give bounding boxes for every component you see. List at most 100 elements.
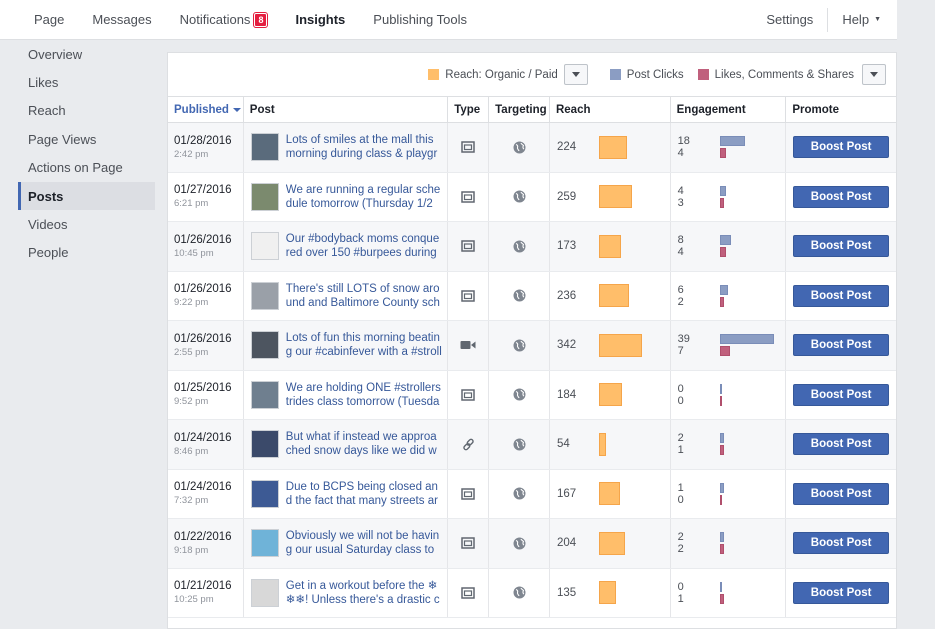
boost-post-button[interactable]: Boost Post bbox=[793, 136, 890, 159]
post-thumbnail[interactable] bbox=[250, 281, 279, 310]
sidebar-item-actions-on-page[interactable]: Actions on Page bbox=[18, 154, 155, 182]
post-thumbnail[interactable] bbox=[250, 331, 279, 360]
tab-settings[interactable]: Settings bbox=[752, 0, 827, 40]
post-date: 01/27/2016 bbox=[174, 184, 232, 197]
post-time: 2:55 pm bbox=[174, 346, 209, 358]
boost-post-button[interactable]: Boost Post bbox=[793, 482, 890, 505]
post-clicks-value: 2 bbox=[677, 531, 684, 544]
likes-bar bbox=[719, 593, 724, 604]
table-row: 01/26/2016 2:55 pm Lots of fun this mornin… bbox=[168, 321, 896, 371]
column-published-label: Published bbox=[174, 103, 229, 116]
likes-bar bbox=[719, 544, 724, 555]
post-thumbnail[interactable] bbox=[250, 380, 279, 409]
globe-icon bbox=[513, 586, 526, 599]
post-link[interactable]: Get in a workout before the ❄❄❄! Unless … bbox=[286, 579, 442, 607]
type-cell bbox=[448, 469, 490, 518]
help-label: Help bbox=[842, 12, 870, 27]
engagement-values: 00 bbox=[678, 383, 720, 407]
targeting-cell bbox=[489, 172, 550, 221]
tab-page[interactable]: Page bbox=[0, 0, 78, 40]
engagement-cell: 01 bbox=[671, 568, 787, 617]
post-link[interactable]: There's still LOTS of snow around and Ba… bbox=[286, 282, 442, 310]
column-published[interactable]: Published bbox=[168, 97, 244, 122]
post-thumbnail[interactable] bbox=[250, 182, 279, 211]
status-icon bbox=[461, 537, 475, 549]
post-clicks-value: 6 bbox=[677, 283, 684, 296]
post-link[interactable]: Obviously we will not be having our usua… bbox=[286, 529, 442, 557]
sidebar-item-label: Actions on Page bbox=[28, 160, 123, 176]
sidebar-item-videos[interactable]: Videos bbox=[18, 210, 155, 238]
post-link[interactable]: Lots of fun this morning beating our #ca… bbox=[286, 331, 442, 359]
table-row: 01/26/2016 10:45 pm Our #bodyback moms con… bbox=[168, 222, 896, 272]
post-thumbnail[interactable] bbox=[250, 578, 279, 607]
boost-post-button[interactable]: Boost Post bbox=[793, 235, 890, 258]
targeting-cell bbox=[489, 222, 550, 271]
promote-cell: Boost Post bbox=[786, 222, 896, 271]
post-clicks-value: 18 bbox=[677, 135, 690, 148]
reach-value: 259 bbox=[556, 190, 577, 203]
column-targeting-label: Targeting bbox=[495, 103, 547, 116]
tab-help[interactable]: Help ▼ bbox=[828, 0, 897, 40]
post-cell: Our #bodyback moms conquered over 150 #b… bbox=[244, 222, 449, 271]
post-cell: There's still LOTS of snow around and Ba… bbox=[244, 271, 449, 320]
post-link[interactable]: We are holding ONE #strollerstrides clas… bbox=[286, 381, 442, 409]
reach-bar bbox=[598, 581, 616, 605]
column-type-label: Type bbox=[454, 103, 481, 116]
globe-icon bbox=[513, 339, 526, 352]
post-thumbnail[interactable] bbox=[250, 232, 279, 261]
post-clicks-value: 4 bbox=[677, 184, 684, 197]
boost-post-button[interactable]: Boost Post bbox=[793, 433, 890, 456]
boost-post-button[interactable]: Boost Post bbox=[793, 185, 890, 208]
sidebar-item-people[interactable]: People bbox=[18, 239, 155, 267]
post-link[interactable]: Lots of smiles at the mall this morning … bbox=[286, 133, 442, 161]
engagement-cell: 22 bbox=[671, 519, 787, 568]
post-link[interactable]: But what if instead we approached snow d… bbox=[286, 430, 442, 458]
post-date: 01/24/2016 bbox=[174, 481, 232, 494]
post-link[interactable]: Our #bodyback moms conquered over 150 #b… bbox=[286, 232, 442, 260]
reach-bar bbox=[598, 531, 625, 555]
insights-sidebar: Overview Likes Reach Page Views Actions on P… bbox=[18, 40, 155, 267]
sidebar-item-label: People bbox=[28, 245, 69, 261]
engagement-metric-dropdown[interactable] bbox=[862, 64, 886, 85]
table-row: 01/21/2016 10:25 pm Get in a workout befor… bbox=[168, 568, 896, 618]
reach-bar bbox=[598, 284, 629, 308]
type-cell bbox=[448, 222, 490, 271]
likes-value: 4 bbox=[677, 246, 684, 259]
post-date: 01/24/2016 bbox=[174, 431, 232, 444]
sidebar-item-overview[interactable]: Overview bbox=[18, 40, 155, 68]
post-thumbnail[interactable] bbox=[250, 479, 279, 508]
engagement-cell: 10 bbox=[671, 469, 787, 518]
reach-value: 54 bbox=[556, 438, 570, 451]
tab-insights[interactable]: Insights bbox=[281, 0, 359, 40]
likes-swatch bbox=[697, 69, 709, 80]
post-thumbnail[interactable] bbox=[250, 529, 279, 558]
reach-metric-dropdown[interactable] bbox=[563, 64, 588, 85]
boost-post-button[interactable]: Boost Post bbox=[793, 284, 890, 307]
post-thumbnail[interactable] bbox=[250, 133, 279, 162]
post-cell: Obviously we will not be having our usua… bbox=[244, 519, 449, 568]
tab-notifications[interactable]: Notifications 8 bbox=[166, 0, 282, 40]
sidebar-item-page-views[interactable]: Page Views bbox=[18, 125, 155, 153]
engagement-cell: 18 4 bbox=[671, 123, 787, 172]
post-time: 10:25 pm bbox=[174, 594, 214, 606]
post-thumbnail[interactable] bbox=[250, 430, 279, 459]
globe-icon bbox=[513, 487, 526, 500]
post-link[interactable]: We are running a regular schedule tomorr… bbox=[286, 183, 442, 211]
sidebar-item-reach[interactable]: Reach bbox=[18, 97, 155, 125]
boost-post-button[interactable]: Boost Post bbox=[793, 334, 890, 357]
boost-post-button[interactable]: Boost Post bbox=[793, 383, 890, 406]
tab-publishing-tools[interactable]: Publishing Tools bbox=[359, 0, 481, 40]
post-time: 9:22 pm bbox=[174, 297, 209, 309]
published-cell: 01/26/2016 9:22 pm bbox=[168, 271, 244, 320]
reach-value: 135 bbox=[556, 586, 577, 599]
post-link[interactable]: Due to BCPS being closed and the fact th… bbox=[286, 480, 442, 508]
chevron-down-icon bbox=[571, 72, 580, 77]
boost-post-button[interactable]: Boost Post bbox=[793, 581, 890, 604]
sidebar-item-posts[interactable]: Posts bbox=[18, 181, 155, 211]
tab-messages[interactable]: Messages bbox=[78, 0, 165, 40]
globe-icon bbox=[513, 289, 526, 302]
boost-post-button[interactable]: Boost Post bbox=[793, 532, 890, 555]
column-reach-label: Reach bbox=[555, 103, 591, 116]
status-icon bbox=[461, 141, 475, 153]
sidebar-item-likes[interactable]: Likes bbox=[18, 68, 155, 96]
